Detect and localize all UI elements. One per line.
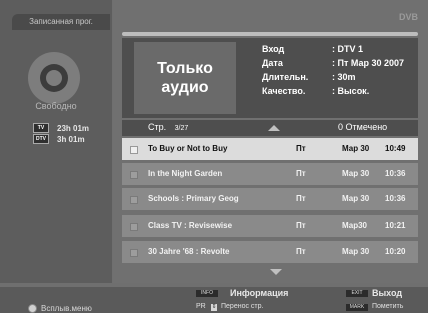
info-quality-value: : Высок. xyxy=(332,86,370,96)
dvb-logo: DVB xyxy=(398,12,418,22)
row-checkbox[interactable] xyxy=(130,249,138,257)
row-title: 30 Jahre '68 : Revolte xyxy=(148,247,230,256)
recording-time-value: 3h 01m xyxy=(57,134,85,144)
updown-arrows-icon[interactable]: ⇕ xyxy=(211,304,217,311)
recording-row[interactable]: In the Night Garden Пт Мар 30 10:36 xyxy=(122,163,418,185)
page-label: Стр. xyxy=(148,122,167,132)
row-time: 10:49 xyxy=(385,144,406,153)
exit-key[interactable]: EXIT xyxy=(346,290,368,297)
mark-key[interactable]: MARK xyxy=(346,304,368,311)
row-time: 10:36 xyxy=(385,194,406,203)
audio-only-label: Только аудио xyxy=(157,60,213,96)
recording-row[interactable]: 30 Jahre '68 : Revolte Пт Мар 30 10:20 xyxy=(122,241,418,263)
page-indicator: Стр. 3/27 xyxy=(148,122,188,132)
program-thumbnail: Только аудио xyxy=(134,42,236,114)
info-input-value: : DTV 1 xyxy=(332,44,364,54)
scroll-down-arrow-icon[interactable] xyxy=(270,269,282,275)
divider xyxy=(122,32,418,36)
row-checkbox[interactable] xyxy=(130,146,138,154)
info-date-label: Дата xyxy=(262,58,283,68)
info-quality-label: Качество. xyxy=(262,86,306,96)
dtv-badge: DTV xyxy=(33,134,49,144)
row-checkbox[interactable] xyxy=(130,196,138,204)
scroll-up-arrow-icon[interactable] xyxy=(268,125,280,131)
recording-row[interactable]: Class TV : Revisewise Пт Мар30 10:21 xyxy=(122,215,418,237)
popup-menu-label: Всплыв.меню xyxy=(41,304,92,313)
popup-menu-hint[interactable]: Всплыв.меню xyxy=(28,304,92,313)
row-date: Мар 30 xyxy=(342,144,370,153)
row-title: Class TV : Revisewise xyxy=(148,221,233,230)
info-input-label: Вход xyxy=(262,44,285,54)
row-date: Мар 30 xyxy=(342,194,370,203)
row-checkbox[interactable] xyxy=(130,171,138,179)
row-checkbox[interactable] xyxy=(130,223,138,231)
recording-row[interactable]: To Buy or Not to Buy Пт Мар 30 10:49 xyxy=(122,138,418,160)
row-title: In the Night Garden xyxy=(148,169,223,178)
tv-badge: TV xyxy=(33,123,49,133)
tab-recorded-programs[interactable]: Записанная прог. xyxy=(12,14,110,30)
recording-row[interactable]: Schools : Primary Geog Пт Мар 30 10:36 xyxy=(122,188,418,210)
row-date: Мар 30 xyxy=(342,169,370,178)
info-duration-value: : 30m xyxy=(332,72,356,82)
row-day: Пт xyxy=(296,144,306,153)
row-title: To Buy or Not to Buy xyxy=(148,144,228,153)
pr-key: PR xyxy=(196,303,206,310)
row-time: 10:36 xyxy=(385,169,406,178)
recording-time-dtv: DTV 3h 01m xyxy=(33,133,85,145)
page-scroll-label: Перенос стр. xyxy=(221,303,264,310)
row-day: Пт xyxy=(296,169,306,178)
row-time: 10:20 xyxy=(385,247,406,256)
info-duration-label: Длительн. xyxy=(262,72,309,82)
recording-time-value: 23h 01m xyxy=(57,123,90,133)
mark-label: Пометить xyxy=(372,303,404,310)
info-label: Информация xyxy=(230,288,289,298)
row-date: Мар30 xyxy=(342,221,367,230)
free-space-label: Свободно xyxy=(35,101,77,111)
row-day: Пт xyxy=(296,194,306,203)
popup-menu-dot-icon xyxy=(28,304,37,313)
row-time: 10:21 xyxy=(385,221,406,230)
disk-usage-core xyxy=(46,70,62,86)
row-title: Schools : Primary Geog xyxy=(148,194,239,203)
info-key[interactable]: INFO xyxy=(196,290,218,297)
row-date: Мар 30 xyxy=(342,247,370,256)
row-day: Пт xyxy=(296,247,306,256)
info-date-value: : Пт Мар 30 2007 xyxy=(332,58,405,68)
exit-label: Выход xyxy=(372,288,403,298)
page-number: 3/27 xyxy=(174,125,189,132)
row-day: Пт xyxy=(296,221,306,230)
marked-count: 0 Отмечено xyxy=(338,122,388,132)
